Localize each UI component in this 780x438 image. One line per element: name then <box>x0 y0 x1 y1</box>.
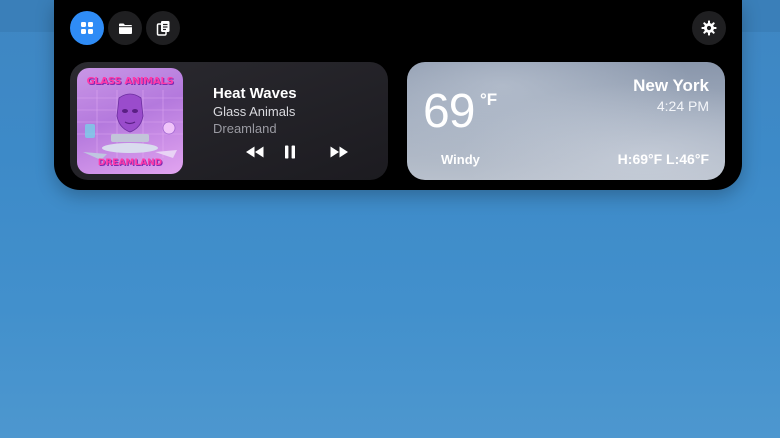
album-artwork[interactable]: GLASS ANIMALS DREAMLAND <box>77 68 183 174</box>
track-album: Dreamland <box>213 121 277 136</box>
album-art-bottom-text: DREAMLAND <box>97 158 163 168</box>
weather-high-low: H:69°F L:46°F <box>617 151 709 167</box>
pause-icon <box>285 145 295 159</box>
album-art-top-text: GLASS ANIMALS <box>86 76 174 87</box>
pause-button[interactable] <box>280 142 300 162</box>
widgets-tab-button[interactable] <box>70 11 104 45</box>
fast-forward-button[interactable] <box>327 142 351 162</box>
temperature-unit: °F <box>480 90 498 109</box>
weather-widget[interactable]: 69 °F New York 4:24 PM Windy H:69°F L:46… <box>407 62 725 180</box>
files-tab-button[interactable] <box>108 11 142 45</box>
track-title: Heat Waves <box>213 85 297 102</box>
weather-time: 4:24 PM <box>656 98 709 114</box>
gear-icon <box>701 20 717 36</box>
fast-forward-icon <box>330 146 348 158</box>
notch-widget-panel: GLASS ANIMALS DREAMLAND Heat Waves Glass… <box>54 0 742 190</box>
settings-button[interactable] <box>692 11 726 45</box>
grid-icon <box>81 22 93 34</box>
rewind-button[interactable] <box>243 142 267 162</box>
clipboard-icon <box>156 21 169 36</box>
folder-icon <box>118 23 132 34</box>
weather-condition: Windy <box>441 152 480 167</box>
current-temperature: 69 <box>423 85 475 138</box>
clipboard-tab-button[interactable] <box>146 11 180 45</box>
now-playing-widget[interactable]: GLASS ANIMALS DREAMLAND Heat Waves Glass… <box>70 62 388 180</box>
track-artist: Glass Animals <box>213 104 296 119</box>
weather-city: New York <box>633 76 709 95</box>
rewind-icon <box>246 146 264 158</box>
